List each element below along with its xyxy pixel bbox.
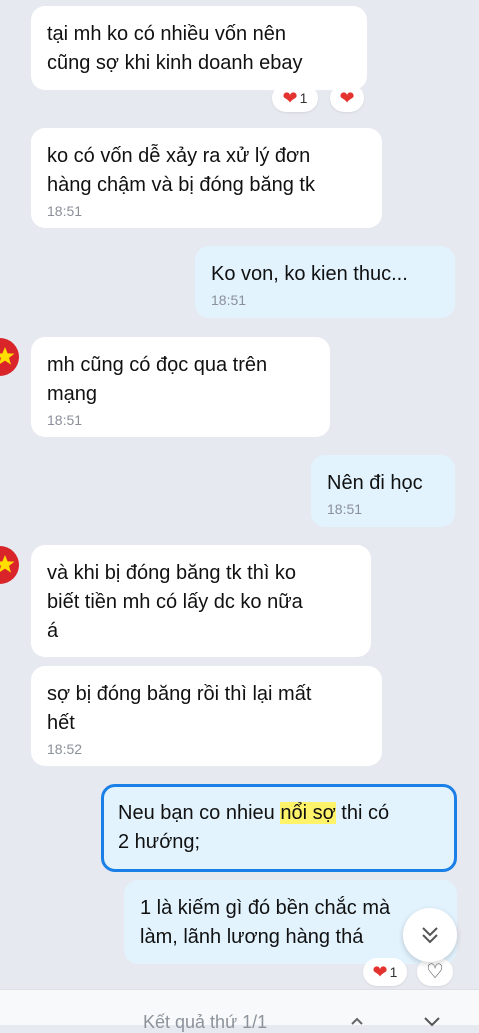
- chevron-up-icon[interactable]: [350, 1014, 364, 1028]
- message-text: tại mh ko có nhiều vốn nên cũng sợ khi k…: [47, 23, 303, 74]
- search-result-label: Kết quả thứ 1/1: [143, 1012, 268, 1032]
- message-text: mh cũng có đọc qua trên mạng: [47, 354, 268, 405]
- message-bubble-incoming[interactable]: mh cũng có đọc qua trên mạng 18:51: [31, 337, 330, 437]
- scroll-to-bottom-button[interactable]: [403, 908, 457, 962]
- message-bubble-incoming[interactable]: và khi bị đóng băng tk thì ko biết tiền …: [31, 545, 371, 657]
- heart-icon: ❤: [282, 88, 298, 108]
- message-text: sợ bị đóng băng rồi thì lại mất hết: [47, 683, 312, 734]
- message-text: 1 là kiếm gì đó bền chắc mà làm, lãnh lư…: [140, 897, 391, 948]
- star-icon: [0, 555, 15, 573]
- message-bubble-incoming[interactable]: sợ bị đóng băng rồi thì lại mất hết 18:5…: [31, 666, 382, 766]
- heart-icon: ❤: [339, 88, 355, 108]
- message-bubble-outgoing[interactable]: Nên đi học 18:51: [311, 455, 455, 527]
- sender-avatar[interactable]: [0, 338, 19, 376]
- message-time: 18:51: [47, 203, 83, 219]
- reaction-count: 1: [389, 964, 398, 980]
- heart-outline-icon: ♡: [426, 961, 444, 983]
- react-button[interactable]: ❤: [330, 84, 364, 112]
- message-time: 18:51: [47, 412, 83, 428]
- reaction-count: 1: [299, 90, 308, 106]
- message-time: 18:52: [47, 741, 83, 757]
- message-text: Ko von, ko kien thuc...: [211, 263, 408, 285]
- message-text: và khi bị đóng băng tk thì ko biết tiền …: [47, 562, 303, 642]
- message-time: 18:51: [327, 501, 363, 517]
- message-bubble-incoming[interactable]: ko có vốn dễ xảy ra xử lý đơn hàng chậm …: [31, 128, 382, 228]
- reaction-count-badge[interactable]: ❤ 1: [272, 84, 318, 112]
- star-icon: [0, 347, 15, 365]
- message-time: 18:51: [211, 292, 247, 308]
- message-bubble-outgoing-selected[interactable]: Neu bạn co nhieu nổi sợ thi có 2 hướng;: [101, 784, 457, 872]
- search-highlight: nổi sợ: [280, 802, 336, 824]
- sender-avatar[interactable]: [0, 546, 19, 584]
- chevron-double-down-icon: [422, 927, 438, 944]
- message-bubble-outgoing[interactable]: Ko von, ko kien thuc... 18:51: [195, 246, 455, 318]
- chevron-down-icon[interactable]: [422, 1014, 442, 1028]
- react-button[interactable]: ♡: [417, 958, 453, 986]
- message-bubble-incoming[interactable]: tại mh ko có nhiều vốn nên cũng sợ khi k…: [31, 6, 367, 90]
- search-result-bar: Kết quả thứ 1/1: [0, 989, 479, 1032]
- message-text: ko có vốn dễ xảy ra xử lý đơn hàng chậm …: [47, 145, 315, 196]
- heart-icon: ❤: [372, 962, 388, 982]
- message-text: Nên đi học: [327, 472, 423, 494]
- message-text: Neu bạn co nhieu nổi sợ thi có 2 hướng;: [118, 802, 390, 853]
- reaction-count-badge[interactable]: ❤ 1: [363, 958, 407, 986]
